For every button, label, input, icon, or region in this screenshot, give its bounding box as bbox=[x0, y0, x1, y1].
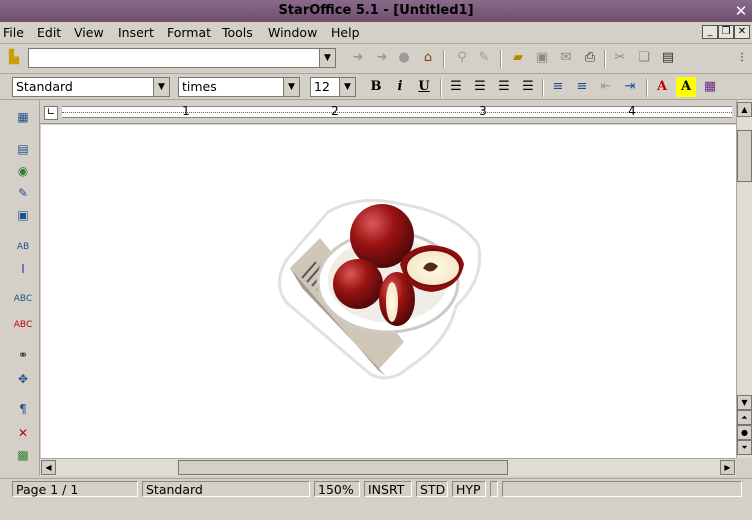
window-close-button[interactable]: ✕ bbox=[730, 0, 752, 22]
font-color-button[interactable]: A bbox=[652, 77, 672, 97]
toolbar-separator bbox=[443, 50, 445, 68]
url-dropdown-button[interactable]: ▼ bbox=[319, 49, 335, 67]
status-style: Standard bbox=[142, 481, 310, 497]
apple-bowl-image[interactable] bbox=[272, 192, 484, 384]
open-folder-icon[interactable]: ▰ bbox=[508, 48, 528, 68]
menu-view[interactable]: View bbox=[74, 24, 104, 42]
save-icon[interactable]: ▣ bbox=[532, 48, 552, 68]
italic-button[interactable]: i bbox=[390, 77, 410, 97]
font-size-dropdown[interactable]: ▼ bbox=[339, 78, 355, 96]
vertical-scroll-thumb[interactable] bbox=[737, 130, 752, 182]
toolbar-separator bbox=[604, 50, 606, 68]
ruler-mark-1: 1 bbox=[182, 104, 190, 118]
status-selection-mode[interactable]: STD bbox=[416, 481, 448, 497]
spellcheck-icon[interactable]: ABC bbox=[12, 288, 34, 310]
nonprinting-characters-icon[interactable]: ¶ bbox=[12, 398, 34, 420]
navigation-button[interactable]: ● bbox=[737, 425, 752, 440]
online-layout-icon[interactable]: ▩ bbox=[12, 444, 34, 466]
bottom-frame bbox=[0, 498, 752, 520]
toolbar-separator bbox=[500, 50, 502, 68]
highlight-button[interactable]: A bbox=[676, 77, 696, 97]
graphics-off-icon[interactable]: ✕ bbox=[12, 422, 34, 444]
ruler-mark-3: 3 bbox=[479, 104, 487, 118]
numbering-icon[interactable]: ≡ bbox=[548, 77, 568, 97]
underline-button[interactable]: U bbox=[414, 77, 434, 97]
menu-help[interactable]: Help bbox=[331, 24, 360, 42]
apple-bowl-graphic bbox=[278, 198, 482, 380]
draw-functions-icon[interactable]: ✎ bbox=[12, 182, 34, 204]
insert-fields-icon[interactable]: ▤ bbox=[12, 138, 34, 160]
decrease-indent-icon[interactable]: ⇤ bbox=[596, 77, 616, 97]
background-color-icon[interactable]: ▦ bbox=[700, 77, 720, 97]
paragraph-style-dropdown[interactable]: ▼ bbox=[153, 78, 169, 96]
toolbar-separator bbox=[646, 79, 648, 97]
next-page-button[interactable]: ⏷ bbox=[737, 440, 752, 455]
font-name-dropdown[interactable]: ▼ bbox=[283, 78, 299, 96]
find-replace-icon[interactable]: ⚭ bbox=[12, 344, 34, 366]
scroll-right-button[interactable]: ▶ bbox=[720, 460, 735, 475]
new-document-icon[interactable]: ▙ bbox=[4, 48, 24, 68]
ruler-mark-2: 2 bbox=[331, 104, 339, 118]
text-cursor-icon[interactable]: I bbox=[12, 258, 34, 280]
align-right-icon[interactable]: ☰ bbox=[494, 77, 514, 97]
mail-icon[interactable]: ✉ bbox=[556, 48, 576, 68]
insert-object-icon[interactable]: ◉ bbox=[12, 160, 34, 182]
edit-file-icon[interactable]: ✎ bbox=[474, 48, 494, 68]
doc-close-button[interactable]: ✕ bbox=[734, 25, 750, 39]
paste-icon[interactable]: ▤ bbox=[658, 48, 678, 68]
ruler-mark-4: 4 bbox=[628, 104, 636, 118]
table-icon[interactable]: ▦ bbox=[12, 106, 34, 128]
doc-minimize-button[interactable]: _ bbox=[702, 25, 718, 39]
auto-spellcheck-icon[interactable]: ABC bbox=[12, 314, 34, 336]
font-name-select[interactable]: times bbox=[178, 77, 300, 97]
horizontal-scroll-thumb[interactable] bbox=[178, 460, 508, 475]
menu-tools[interactable]: Tools bbox=[222, 24, 253, 42]
menu-bar bbox=[0, 22, 752, 44]
copy-icon[interactable]: ❏ bbox=[634, 48, 654, 68]
increase-indent-icon[interactable]: ⇥ bbox=[620, 77, 640, 97]
status-hyphenation[interactable]: HYP bbox=[452, 481, 486, 497]
back-icon[interactable]: ➜ bbox=[348, 48, 368, 68]
scroll-left-button[interactable]: ◀ bbox=[41, 460, 56, 475]
url-field[interactable] bbox=[28, 48, 336, 68]
menu-window[interactable]: Window bbox=[268, 24, 317, 42]
stop-icon[interactable]: ● bbox=[394, 48, 414, 68]
data-sources-icon[interactable]: ✥ bbox=[12, 368, 34, 390]
print-icon[interactable]: ⎙ bbox=[580, 48, 600, 68]
menu-edit[interactable]: Edit bbox=[37, 24, 61, 42]
menu-format[interactable]: Format bbox=[167, 24, 211, 42]
toolbar-separator bbox=[542, 79, 544, 97]
justify-icon[interactable]: ☰ bbox=[518, 77, 538, 97]
toolbar-more-icon[interactable]: ⋮ bbox=[732, 48, 752, 68]
forward-icon[interactable]: ➜ bbox=[372, 48, 392, 68]
bold-button[interactable]: B bbox=[366, 77, 386, 97]
cut-icon[interactable]: ✂ bbox=[610, 48, 630, 68]
previous-page-button[interactable]: ⏶ bbox=[737, 410, 752, 425]
align-center-icon[interactable]: ☰ bbox=[470, 77, 490, 97]
form-functions-icon[interactable]: ▣ bbox=[12, 204, 34, 226]
status-insert-mode[interactable]: INSRT bbox=[364, 481, 412, 497]
search-icon[interactable]: ⚲ bbox=[452, 48, 472, 68]
doc-restore-button[interactable]: ❐ bbox=[718, 25, 734, 39]
paragraph-style-select[interactable]: Standard bbox=[12, 77, 170, 97]
tab-stop-selector[interactable]: ∟ bbox=[44, 106, 58, 120]
menu-file[interactable]: File bbox=[3, 24, 24, 42]
status-zoom[interactable]: 150% bbox=[314, 481, 360, 497]
bullets-icon[interactable]: ≡ bbox=[572, 77, 592, 97]
status-page: Page 1 / 1 bbox=[12, 481, 138, 497]
align-left-icon[interactable]: ☰ bbox=[446, 77, 466, 97]
scroll-down-button[interactable]: ▼ bbox=[737, 395, 752, 410]
window-title: StarOffice 5.1 - [Untitled1] bbox=[278, 3, 474, 18]
toolbar-separator bbox=[440, 79, 442, 97]
status-modified bbox=[490, 481, 498, 497]
menu-insert[interactable]: Insert bbox=[118, 24, 154, 42]
edit-autotext-icon[interactable]: AB bbox=[12, 236, 34, 258]
status-info bbox=[502, 481, 742, 497]
scroll-up-button[interactable]: ▲ bbox=[737, 102, 752, 117]
home-icon[interactable]: ⌂ bbox=[418, 48, 438, 68]
